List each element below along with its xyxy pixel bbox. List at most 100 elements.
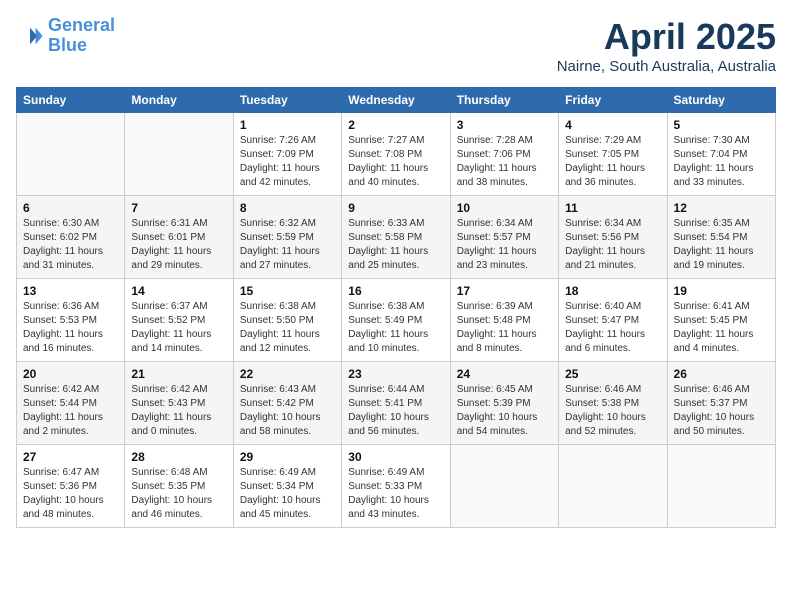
day-number: 23 xyxy=(348,367,443,381)
day-number: 10 xyxy=(457,201,552,215)
day-info: Sunrise: 6:33 AMSunset: 5:58 PMDaylight:… xyxy=(348,217,443,273)
calendar-header-row: SundayMondayTuesdayWednesdayThursdayFrid… xyxy=(17,88,776,113)
calendar-cell: 8 Sunrise: 6:32 AMSunset: 5:59 PMDaylight… xyxy=(233,196,341,279)
day-number: 19 xyxy=(674,284,769,298)
calendar-cell: 4 Sunrise: 7:29 AMSunset: 7:05 PMDaylight… xyxy=(559,113,667,196)
header-tuesday: Tuesday xyxy=(233,88,341,113)
day-number: 30 xyxy=(348,450,443,464)
day-number: 17 xyxy=(457,284,552,298)
day-info: Sunrise: 6:49 AMSunset: 5:33 PMDaylight:… xyxy=(348,466,443,522)
calendar-cell: 19Sunrise: 6:41 AMSunset: 5:45 PMDayligh… xyxy=(667,279,775,362)
day-number: 11 xyxy=(565,201,660,215)
logo-text: General Blue xyxy=(48,16,115,56)
day-info: Sunrise: 7:26 AMSunset: 7:09 PMDaylight:… xyxy=(240,134,335,190)
header-monday: Monday xyxy=(125,88,233,113)
header-thursday: Thursday xyxy=(450,88,558,113)
calendar-cell: 10 Sunrise: 6:34 AMSunset: 5:57 PMDayligh… xyxy=(450,196,558,279)
page-header: General Blue April 2025 Nairne, South Au… xyxy=(16,16,776,75)
day-info: Sunrise: 7:29 AMSunset: 7:05 PMDaylight:… xyxy=(565,134,660,190)
day-number: 2 xyxy=(348,118,443,132)
day-info: Sunrise: 6:40 AMSunset: 5:47 PMDaylight:… xyxy=(565,300,660,356)
calendar-cell: 18 Sunrise: 6:40 AMSunset: 5:47 PMDayligh… xyxy=(559,279,667,362)
day-number: 16 xyxy=(348,284,443,298)
calendar-cell: 3Sunrise: 7:28 AMSunset: 7:06 PMDaylight… xyxy=(450,113,558,196)
day-info: Sunrise: 6:32 AMSunset: 5:59 PMDaylight:… xyxy=(240,217,335,273)
day-info: Sunrise: 6:42 AMSunset: 5:44 PMDaylight:… xyxy=(23,383,118,439)
calendar-table: SundayMondayTuesdayWednesdayThursdayFrid… xyxy=(16,87,776,528)
day-info: Sunrise: 6:46 AMSunset: 5:38 PMDaylight:… xyxy=(565,383,660,439)
calendar-cell xyxy=(17,113,125,196)
calendar-cell: 7 Sunrise: 6:31 AMSunset: 6:01 PMDaylight… xyxy=(125,196,233,279)
calendar-cell: 2 Sunrise: 7:27 AMSunset: 7:08 PMDaylight… xyxy=(342,113,450,196)
calendar-cell: 5 Sunrise: 7:30 AMSunset: 7:04 PMDaylight… xyxy=(667,113,775,196)
day-info: Sunrise: 6:38 AMSunset: 5:50 PMDaylight:… xyxy=(240,300,335,356)
day-number: 4 xyxy=(565,118,660,132)
day-info: Sunrise: 6:37 AMSunset: 5:52 PMDaylight:… xyxy=(131,300,226,356)
day-number: 8 xyxy=(240,201,335,215)
title-block: April 2025 Nairne, South Australia, Aust… xyxy=(557,16,776,75)
day-number: 18 xyxy=(565,284,660,298)
day-info: Sunrise: 6:36 AMSunset: 5:53 PMDaylight:… xyxy=(23,300,118,356)
day-number: 1 xyxy=(240,118,335,132)
day-info: Sunrise: 6:31 AMSunset: 6:01 PMDaylight:… xyxy=(131,217,226,273)
day-number: 9 xyxy=(348,201,443,215)
calendar-week-4: 20 Sunrise: 6:42 AMSunset: 5:44 PMDayligh… xyxy=(17,362,776,445)
logo: General Blue xyxy=(16,16,115,56)
location-title: Nairne, South Australia, Australia xyxy=(557,58,776,75)
day-info: Sunrise: 6:49 AMSunset: 5:34 PMDaylight:… xyxy=(240,466,335,522)
day-number: 7 xyxy=(131,201,226,215)
calendar-cell: 15 Sunrise: 6:38 AMSunset: 5:50 PMDayligh… xyxy=(233,279,341,362)
day-number: 25 xyxy=(565,367,660,381)
day-info: Sunrise: 6:48 AMSunset: 5:35 PMDaylight:… xyxy=(131,466,226,522)
day-info: Sunrise: 6:34 AMSunset: 5:57 PMDaylight:… xyxy=(457,217,552,273)
header-wednesday: Wednesday xyxy=(342,88,450,113)
day-number: 6 xyxy=(23,201,118,215)
day-number: 3 xyxy=(457,118,552,132)
day-number: 14 xyxy=(131,284,226,298)
calendar-cell xyxy=(125,113,233,196)
day-info: Sunrise: 6:47 AMSunset: 5:36 PMDaylight:… xyxy=(23,466,118,522)
day-info: Sunrise: 6:45 AMSunset: 5:39 PMDaylight:… xyxy=(457,383,552,439)
day-info: Sunrise: 6:44 AMSunset: 5:41 PMDaylight:… xyxy=(348,383,443,439)
day-number: 21 xyxy=(131,367,226,381)
calendar-cell: 1 Sunrise: 7:26 AMSunset: 7:09 PMDaylight… xyxy=(233,113,341,196)
calendar-cell xyxy=(667,445,775,528)
month-title: April 2025 xyxy=(557,16,776,58)
calendar-cell: 16 Sunrise: 6:38 AMSunset: 5:49 PMDayligh… xyxy=(342,279,450,362)
logo-icon xyxy=(16,22,44,50)
day-number: 5 xyxy=(674,118,769,132)
header-sunday: Sunday xyxy=(17,88,125,113)
calendar-cell: 12 Sunrise: 6:35 AMSunset: 5:54 PMDayligh… xyxy=(667,196,775,279)
calendar-cell: 17 Sunrise: 6:39 AMSunset: 5:48 PMDayligh… xyxy=(450,279,558,362)
calendar-cell: 20 Sunrise: 6:42 AMSunset: 5:44 PMDayligh… xyxy=(17,362,125,445)
calendar-week-3: 13Sunrise: 6:36 AMSunset: 5:53 PMDayligh… xyxy=(17,279,776,362)
day-info: Sunrise: 6:30 AMSunset: 6:02 PMDaylight:… xyxy=(23,217,118,273)
calendar-cell: 28Sunrise: 6:48 AMSunset: 5:35 PMDayligh… xyxy=(125,445,233,528)
day-info: Sunrise: 6:46 AMSunset: 5:37 PMDaylight:… xyxy=(674,383,769,439)
calendar-week-2: 6 Sunrise: 6:30 AMSunset: 6:02 PMDaylight… xyxy=(17,196,776,279)
day-info: Sunrise: 7:30 AMSunset: 7:04 PMDaylight:… xyxy=(674,134,769,190)
calendar-week-1: 1 Sunrise: 7:26 AMSunset: 7:09 PMDaylight… xyxy=(17,113,776,196)
day-number: 15 xyxy=(240,284,335,298)
day-info: Sunrise: 6:35 AMSunset: 5:54 PMDaylight:… xyxy=(674,217,769,273)
calendar-cell: 23 Sunrise: 6:44 AMSunset: 5:41 PMDayligh… xyxy=(342,362,450,445)
calendar-cell: 11Sunrise: 6:34 AMSunset: 5:56 PMDayligh… xyxy=(559,196,667,279)
calendar-cell: 14 Sunrise: 6:37 AMSunset: 5:52 PMDayligh… xyxy=(125,279,233,362)
calendar-cell: 25 Sunrise: 6:46 AMSunset: 5:38 PMDayligh… xyxy=(559,362,667,445)
day-info: Sunrise: 7:27 AMSunset: 7:08 PMDaylight:… xyxy=(348,134,443,190)
calendar-cell: 9 Sunrise: 6:33 AMSunset: 5:58 PMDaylight… xyxy=(342,196,450,279)
calendar-cell: 13Sunrise: 6:36 AMSunset: 5:53 PMDayligh… xyxy=(17,279,125,362)
calendar-cell: 6 Sunrise: 6:30 AMSunset: 6:02 PMDaylight… xyxy=(17,196,125,279)
header-friday: Friday xyxy=(559,88,667,113)
calendar-cell xyxy=(450,445,558,528)
day-number: 12 xyxy=(674,201,769,215)
calendar-cell: 26Sunrise: 6:46 AMSunset: 5:37 PMDayligh… xyxy=(667,362,775,445)
calendar-cell: 30 Sunrise: 6:49 AMSunset: 5:33 PMDayligh… xyxy=(342,445,450,528)
calendar-week-5: 27Sunrise: 6:47 AMSunset: 5:36 PMDayligh… xyxy=(17,445,776,528)
day-number: 20 xyxy=(23,367,118,381)
day-info: Sunrise: 6:39 AMSunset: 5:48 PMDaylight:… xyxy=(457,300,552,356)
day-info: Sunrise: 6:43 AMSunset: 5:42 PMDaylight:… xyxy=(240,383,335,439)
calendar-cell: 29 Sunrise: 6:49 AMSunset: 5:34 PMDayligh… xyxy=(233,445,341,528)
day-number: 29 xyxy=(240,450,335,464)
day-info: Sunrise: 6:38 AMSunset: 5:49 PMDaylight:… xyxy=(348,300,443,356)
